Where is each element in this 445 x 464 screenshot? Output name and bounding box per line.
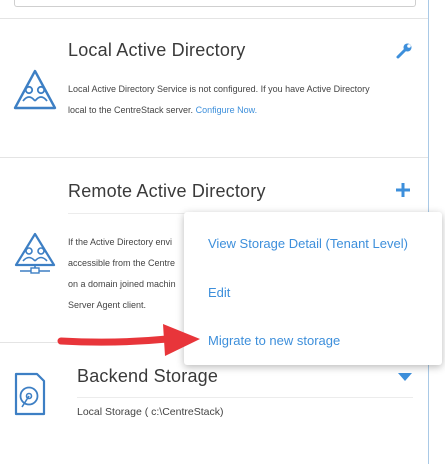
remote-ad-description-line: accessible from the Centre — [68, 258, 176, 268]
remote-ad-description-line: on a domain joined machin — [68, 279, 176, 289]
local-ad-description: Local Active Directory Service is not co… — [68, 79, 408, 121]
backend-storage-detail: Local Storage ( c:\CentreStack) — [77, 406, 224, 418]
remote-ad-description-line: Server Agent client. — [68, 300, 147, 310]
local-ad-description-text: local to the CentreStack server. — [68, 105, 194, 115]
divider — [0, 157, 428, 158]
menu-item-migrate-storage[interactable]: Migrate to new storage — [208, 333, 340, 348]
local-ad-description-line1: Local Active Directory Service is not co… — [68, 84, 370, 94]
menu-item-view-storage-detail[interactable]: View Storage Detail (Tenant Level) — [208, 236, 408, 251]
caret-down-icon[interactable] — [397, 372, 413, 382]
storage-actions-menu: View Storage Detail (Tenant Level) Edit … — [184, 212, 442, 365]
divider — [77, 397, 413, 398]
remote-ad-title: Remote Active Directory — [68, 181, 266, 201]
wrench-icon[interactable] — [395, 42, 413, 60]
plus-icon[interactable] — [394, 181, 412, 199]
network-users-icon — [14, 232, 56, 274]
configure-now-link[interactable]: Configure Now. — [196, 105, 258, 115]
divider — [0, 18, 428, 19]
top-input-box[interactable] — [14, 0, 416, 7]
local-ad-title: Local Active Directory — [68, 40, 246, 60]
local-ad-description-line2: local to the CentreStack server. Configu… — [68, 100, 408, 121]
backend-storage-title: Backend Storage — [77, 366, 219, 386]
annotation-arrow-icon — [57, 324, 200, 356]
menu-item-edit[interactable]: Edit — [208, 285, 230, 300]
remote-ad-description: If the Active Directory envi accessible … — [68, 232, 188, 316]
users-triangle-icon — [13, 69, 57, 110]
hard-disk-icon — [14, 372, 46, 416]
remote-ad-description-line: If the Active Directory envi — [68, 237, 173, 247]
